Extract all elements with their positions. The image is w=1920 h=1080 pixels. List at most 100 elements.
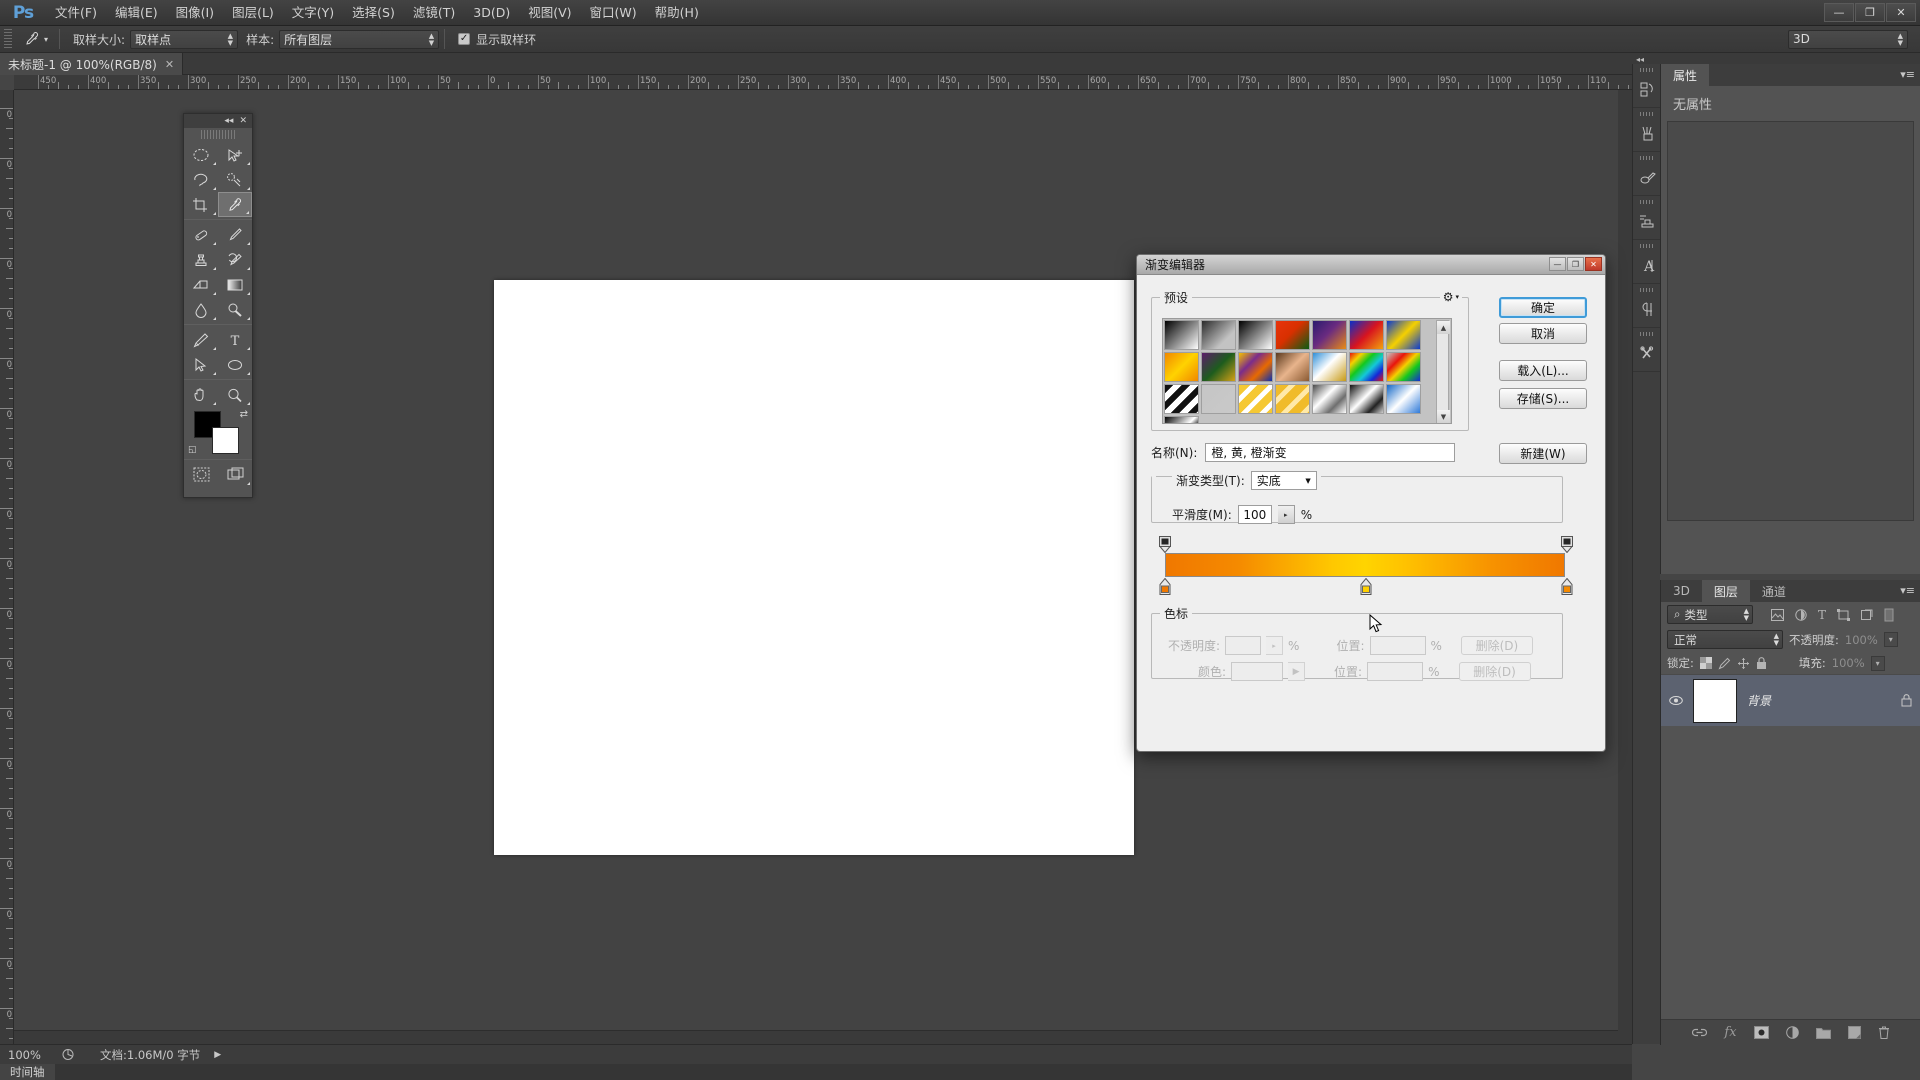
panel-menu-icon[interactable]: ▾≡ [1900,584,1915,597]
gradient-preset-4[interactable] [1312,320,1347,350]
background-color-swatch[interactable] [212,427,239,454]
document-canvas[interactable] [494,280,1134,855]
gear-icon[interactable]: ⚙ [1443,290,1454,304]
new-layer-icon[interactable] [1848,1026,1861,1039]
gradient-preset-0[interactable] [1164,320,1199,350]
dock-group-grip[interactable] [1633,328,1660,336]
history-icon[interactable] [1633,72,1661,108]
gradient-preset-21[interactable] [1164,416,1199,424]
lock-image-icon[interactable] [1718,657,1731,670]
fill-dropdown-icon[interactable]: ▾ [1871,656,1885,671]
opacity-value[interactable]: 100% [1845,633,1878,647]
character-icon[interactable]: A [1633,248,1661,284]
scroll-up-icon[interactable]: ▲ [1437,321,1450,334]
menu-item-2[interactable]: 图像(I) [167,0,223,26]
ellipse-shape-tool[interactable] [218,352,252,377]
gradient-preset-8[interactable] [1201,352,1236,382]
quick-mask-icon[interactable] [184,462,218,487]
lock-all-icon[interactable] [1756,657,1767,670]
default-colors-icon[interactable]: ◱ [188,445,197,455]
gradient-preset-9[interactable] [1238,352,1273,382]
restore-button[interactable]: ❐ [1855,3,1885,22]
add-style-icon[interactable]: fx [1724,1025,1736,1040]
gradient-preset-20[interactable] [1386,384,1421,414]
gradient-preset-3[interactable] [1275,320,1310,350]
opacity-stop-1[interactable] [1561,536,1573,554]
gradient-preset-14[interactable] [1164,384,1199,414]
presets-scroll-track[interactable] [1437,334,1448,410]
document-tab[interactable]: 未标题-1 @ 100%(RGB/8) ✕ [0,53,183,75]
chevron-down-icon[interactable]: ▾ [1455,293,1459,301]
brushes-icon[interactable] [1633,116,1661,152]
gradient-preset-11[interactable] [1312,352,1347,382]
menu-item-7[interactable]: 3D(D) [464,0,519,26]
new-preset-button[interactable]: 新建(W) [1499,443,1587,464]
eye-icon[interactable] [1669,695,1683,706]
filter-shape-icon[interactable] [1837,609,1850,621]
type-tool[interactable]: T [218,327,252,352]
menu-item-3[interactable]: 图层(L) [223,0,283,26]
move-tool[interactable] [218,142,252,167]
sample-size-select[interactable]: 取样点 ▲▼ [130,30,238,49]
horizontal-scrollbar[interactable] [14,1030,1632,1044]
delete-layer-icon[interactable] [1878,1026,1890,1039]
clone-source-icon[interactable] [1633,204,1661,240]
opacity-stop-0[interactable] [1159,536,1171,554]
smoothness-input[interactable]: 100 [1238,505,1272,524]
swap-colors-icon[interactable]: ⇄ [240,409,248,420]
filter-toggle-icon[interactable] [1884,608,1894,622]
lock-transparency-icon[interactable] [1700,657,1712,669]
menu-item-10[interactable]: 帮助(H) [646,0,708,26]
gradient-tool[interactable] [218,272,252,297]
new-group-icon[interactable] [1816,1027,1831,1039]
gradient-preset-19[interactable] [1349,384,1384,414]
close-icon[interactable]: ✕ [239,116,247,126]
add-mask-icon[interactable] [1754,1026,1769,1039]
dock-group-grip[interactable] [1633,108,1660,116]
show-sampling-ring-checkbox[interactable]: ✓ [458,33,470,45]
brush-tool[interactable] [218,222,252,247]
gradient-preset-7[interactable] [1164,352,1199,382]
eyedropper-tool[interactable] [218,192,252,217]
dock-group-grip[interactable] [1633,284,1660,292]
sample-select[interactable]: 所有图层 ▲▼ [279,30,439,49]
workspace-select[interactable]: 3D ▲▼ [1788,30,1908,49]
eyedropper-icon[interactable] [18,28,44,50]
ok-button[interactable]: 确定 [1499,297,1587,318]
collapse-icon[interactable]: ◂◂ [224,116,233,126]
gradient-type-select[interactable]: 实底 ▼ [1251,471,1317,490]
elliptical-marquee-tool[interactable] [184,142,218,167]
scroll-down-icon[interactable]: ▼ [1437,410,1450,423]
tool-preset-chevron-icon[interactable]: ▾ [44,35,54,44]
expand-panels-icon[interactable]: ◂◂ [1636,55,1644,64]
options-bar-grip[interactable] [4,29,12,49]
crop-tool[interactable] [184,192,218,217]
presets-scrollbar[interactable]: ▲ ▼ [1436,320,1449,424]
name-input[interactable]: 橙, 黄, 橙渐变 [1205,443,1455,462]
paragraph-icon[interactable] [1633,292,1661,328]
history-brush-tool[interactable] [218,247,252,272]
blur-tool[interactable] [184,297,218,322]
presets-grid[interactable]: ▲ ▼ [1162,318,1452,424]
tab-timeline[interactable]: 时间轴 [0,1064,55,1080]
healing-brush-tool[interactable] [184,222,218,247]
panel-menu-icon[interactable]: ▾≡ [1900,68,1915,81]
layer-thumbnail[interactable] [1693,679,1737,723]
gradient-preset-2[interactable] [1238,320,1273,350]
opacity-dropdown-icon[interactable]: ▾ [1884,632,1898,647]
tab-layers[interactable]: 图层 [1702,580,1750,602]
table-row[interactable]: 背景 [1661,674,1920,726]
gradient-preset-1[interactable] [1201,320,1236,350]
dock-group-grip[interactable] [1633,64,1660,72]
tool-presets-icon[interactable] [1633,336,1661,372]
menu-item-8[interactable]: 视图(V) [519,0,580,26]
filter-adjustment-icon[interactable] [1795,609,1807,621]
swatches-icon[interactable] [1633,160,1661,196]
gradient-preview-bar[interactable] [1165,553,1565,577]
clone-stamp-tool[interactable] [184,247,218,272]
dialog-minimize-button[interactable]: — [1549,257,1566,271]
menu-item-0[interactable]: 文件(F) [46,0,106,26]
dock-group-grip[interactable] [1633,240,1660,248]
smoothness-slider-icon[interactable]: ▸ [1278,505,1295,524]
close-button[interactable]: ✕ [1886,3,1916,22]
